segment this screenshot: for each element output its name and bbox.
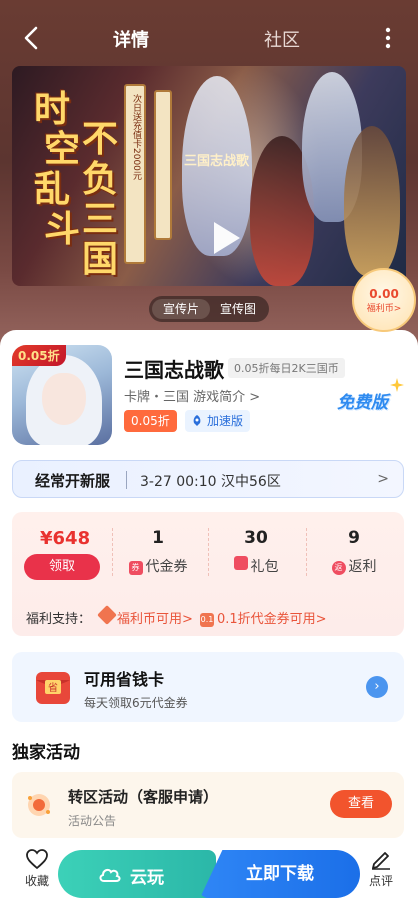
gift-icon [233, 556, 248, 570]
play-icon[interactable] [202, 216, 246, 260]
welfare-coin-label: 福利币> [366, 304, 402, 314]
tab-community[interactable]: 社区 [264, 26, 300, 52]
server-label: 经常开新服 [35, 472, 111, 490]
red-envelope-icon: 省 [36, 672, 70, 704]
banner-scroll-secondary [154, 90, 172, 240]
tab-detail[interactable]: 详情 [113, 26, 149, 52]
promo-video-banner[interactable]: 时 空 乱 斗 不 负 三 国 次日送充值卡2000元 三国志战歌 [12, 66, 406, 286]
title-badge: 0.05折每日2K三国币 [228, 358, 345, 378]
game-title: 三国志战歌 [124, 358, 224, 382]
benefit-price: ¥648 [40, 528, 91, 549]
rebate-count: 9 [348, 528, 360, 548]
benefit-voucher[interactable]: 1 券代金券 [118, 528, 198, 576]
voucher-badge-icon: 0.1 [200, 613, 214, 627]
activity-icon [28, 794, 50, 816]
game-detail-card: 0.05折 三国志战歌 0.05折每日2K三国币 卡牌・三国 游戏简介 > 免费… [0, 330, 418, 900]
review-button[interactable]: 点评 [364, 848, 398, 889]
voucher-label: 代金券 [145, 559, 188, 575]
gift-label: 礼包 [250, 559, 279, 575]
diamond-icon [97, 605, 117, 625]
welfare-coin-button[interactable]: 0.00 福利币> [352, 268, 416, 332]
voucher-icon: 券 [128, 561, 143, 575]
toggle-images[interactable]: 宣传图 [210, 299, 266, 319]
scroll-text: 次日送充值卡2000元 [131, 94, 141, 180]
sparkle-icon [390, 378, 404, 392]
icon-face [42, 373, 86, 425]
download-button[interactable]: 立即下载 [200, 850, 360, 898]
benefit-divider [306, 528, 307, 576]
saver-subtitle: 每天领取6元代金券 [84, 696, 188, 710]
banner-slogan: 时 空 乱 斗 不 负 三 国 [34, 76, 124, 280]
benefit-divider [208, 528, 209, 576]
activity-subtitle: 活动公告 [68, 814, 117, 828]
voucher-link[interactable]: 0.1 0.1折代金券可用> [200, 608, 327, 627]
gift-count: 30 [244, 528, 268, 548]
new-server-bar[interactable]: 经常开新服 3-27 00:10 汉中56区 > [12, 460, 404, 498]
top-bar: 详情 社区 [0, 18, 418, 58]
bottom-action-bar: 收藏 云玩 立即下载 点评 [0, 846, 418, 900]
benefit-rebate[interactable]: 9 返返利 [314, 528, 394, 576]
section-title-activities: 独家活动 [12, 743, 80, 763]
activity-item[interactable]: 转区活动（客服申请） 活动公告 查看 [12, 772, 404, 838]
game-logo: 三国志战歌 [184, 154, 250, 169]
rebate-label: 返利 [348, 559, 377, 575]
game-meta-intro-link[interactable]: 卡牌・三国 游戏简介 > [124, 386, 260, 405]
saver-icon-text: 省 [48, 681, 58, 694]
saver-card[interactable]: 省 可用省钱卡 每天领取6元代金券 › [12, 652, 404, 722]
chevron-right-icon[interactable]: › [366, 676, 388, 698]
review-label: 点评 [368, 874, 393, 888]
activity-title: 转区活动（客服申请） [68, 788, 219, 806]
welfare-coin-amount: 0.00 [369, 287, 399, 301]
voucher-count: 1 [152, 528, 164, 548]
benefit-divider [112, 528, 113, 576]
welfare-coin-link-text: 福利币可用> [117, 612, 193, 627]
favorite-label: 收藏 [24, 874, 49, 888]
view-button[interactable]: 查看 [330, 790, 392, 818]
cloud-play-label: 云玩 [130, 868, 164, 888]
back-arrow-icon[interactable] [18, 24, 46, 52]
support-label: 福利支持： [26, 612, 92, 627]
server-divider [126, 471, 127, 489]
cloud-play-button[interactable]: 云玩 [58, 850, 216, 898]
chevron-right-icon: > [377, 471, 389, 487]
heart-icon [26, 849, 48, 870]
speed-chip-label: 加速版 [207, 414, 244, 428]
cloud-icon [99, 868, 121, 882]
more-options-icon[interactable] [384, 26, 392, 50]
rocket-icon [193, 415, 201, 426]
character-figure [344, 126, 400, 276]
speed-version-chip[interactable]: 加速版 [185, 410, 251, 432]
favorite-button[interactable]: 收藏 [20, 848, 54, 889]
benefits-panel: ¥648 领取 1 券代金券 30 礼包 9 返返利 福利支持： 福利币可用> … [12, 512, 404, 636]
claim-button[interactable]: 领取 [24, 554, 100, 580]
slogan-char: 国 [82, 238, 119, 280]
banner-scroll: 次日送充值卡2000元 [124, 84, 146, 264]
icon-discount-tag: 0.05折 [12, 345, 66, 366]
server-info: 3-27 00:10 汉中56区 [140, 474, 281, 490]
free-version-badge: 免费版 [337, 393, 388, 413]
slogan-char: 斗 [44, 208, 81, 250]
benefit-gift[interactable]: 30 礼包 [216, 528, 296, 576]
welfare-coin-link[interactable]: 福利币可用> [97, 605, 193, 627]
discount-chip: 0.05折 [124, 410, 177, 432]
saver-title: 可用省钱卡 [84, 670, 165, 689]
pencil-icon [372, 852, 390, 870]
media-toggle: 宣传片 宣传图 [149, 296, 269, 322]
voucher-link-text: 0.1折代金券可用> [217, 612, 327, 627]
rebate-icon: 返 [331, 561, 346, 575]
toggle-video[interactable]: 宣传片 [152, 299, 210, 319]
game-icon: 0.05折 [12, 345, 112, 445]
